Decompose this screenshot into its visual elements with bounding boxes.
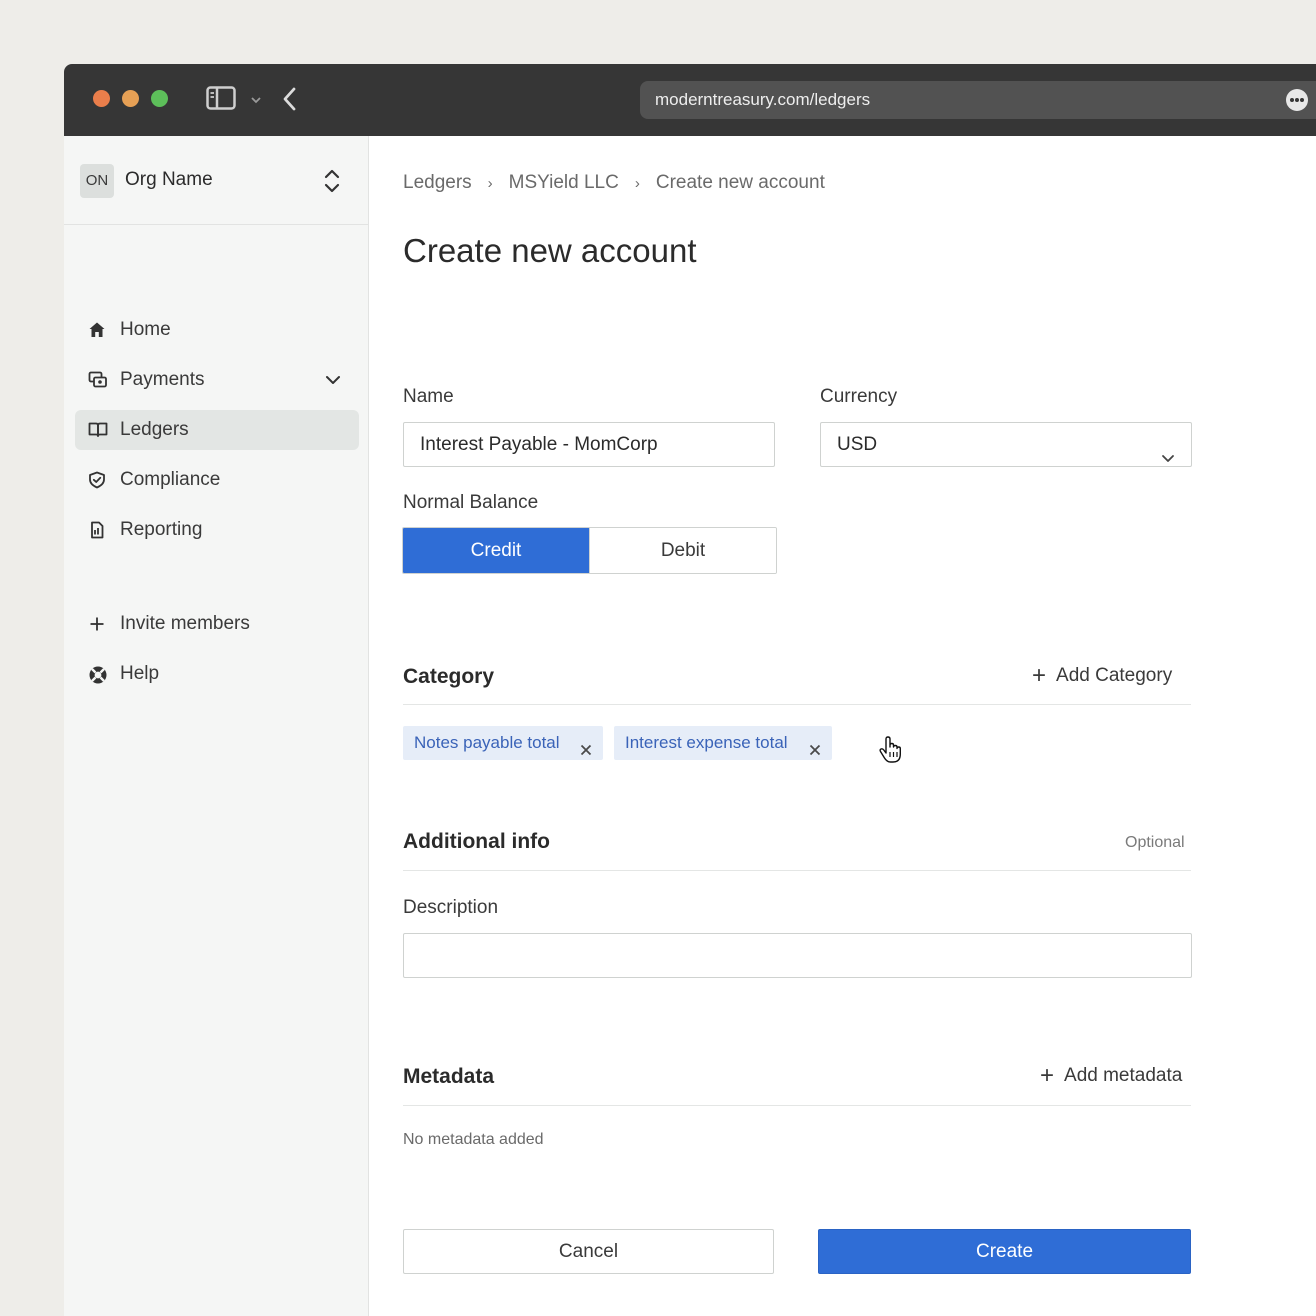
minimize-window-button[interactable] <box>122 90 139 107</box>
report-icon <box>88 521 106 544</box>
breadcrumb-separator-icon: › <box>634 174 640 192</box>
hand-cursor-icon <box>878 736 902 769</box>
normal-balance-label: Normal Balance <box>403 492 539 513</box>
sidebar-item-label: Help <box>120 663 160 684</box>
divider <box>403 1105 1191 1106</box>
cancel-button[interactable]: Cancel <box>403 1229 774 1274</box>
sidebar-item-ledgers[interactable]: Ledgers <box>75 410 359 450</box>
sidebar: ON Org Name Home Payments Ledgers Compli… <box>64 136 369 1316</box>
category-chip: Notes payable total <box>403 726 603 760</box>
org-avatar: ON <box>80 164 114 198</box>
plus-icon: + <box>1040 1062 1055 1089</box>
currency-label: Currency <box>820 386 898 407</box>
add-category-button[interactable]: + Add Category <box>1032 664 1172 688</box>
sidebar-item-label: Reporting <box>120 519 203 540</box>
org-switcher[interactable]: ON Org Name <box>64 136 368 225</box>
breadcrumb: Ledgers › MSYield LLC › Create new accou… <box>403 172 825 194</box>
more-icon[interactable] <box>1286 89 1308 111</box>
plus-icon: + <box>1032 662 1047 689</box>
breadcrumb-msyield[interactable]: MSYield LLC <box>509 172 619 194</box>
sidebar-item-label: Invite members <box>120 613 250 634</box>
org-name: Org Name <box>125 169 213 190</box>
divider <box>403 870 1191 871</box>
chip-label: Interest expense total <box>625 733 788 752</box>
credit-option[interactable]: Credit <box>403 528 589 573</box>
switch-org-icon[interactable] <box>323 167 341 200</box>
sidebar-item-help[interactable]: Help <box>75 654 359 694</box>
create-button[interactable]: Create <box>818 1229 1191 1274</box>
category-title: Category <box>403 665 495 688</box>
name-label: Name <box>403 386 454 407</box>
normal-balance-toggle: Credit Debit <box>402 527 777 574</box>
name-input[interactable]: Interest Payable - MomCorp <box>403 422 775 467</box>
currency-value: USD <box>837 434 878 455</box>
shield-icon <box>88 471 106 494</box>
sidebar-item-home[interactable]: Home <box>75 310 359 350</box>
breadcrumb-separator-icon: › <box>487 174 493 192</box>
main-content: Ledgers › MSYield LLC › Create new accou… <box>370 136 1316 1316</box>
sidebar-item-label: Payments <box>120 369 205 390</box>
metadata-title: Metadata <box>403 1065 495 1088</box>
close-window-button[interactable] <box>93 90 110 107</box>
page-title: Create new account <box>403 232 697 269</box>
currency-select[interactable]: USD <box>820 422 1192 467</box>
debit-option[interactable]: Debit <box>589 528 776 573</box>
optional-label: Optional <box>1125 834 1185 851</box>
sidebar-item-label: Compliance <box>120 469 221 490</box>
category-chip: Interest expense total <box>614 726 832 760</box>
sidebar-item-label: Ledgers <box>120 419 189 440</box>
book-icon <box>88 421 108 444</box>
back-icon[interactable] <box>282 86 298 117</box>
help-icon <box>88 665 108 690</box>
sidebar-item-invite-members[interactable]: Invite members <box>75 604 359 644</box>
plus-icon <box>88 615 106 638</box>
chip-label: Notes payable total <box>414 733 560 752</box>
divider <box>403 704 1191 705</box>
remove-chip-icon[interactable] <box>579 735 593 769</box>
sidebar-toggle-icon[interactable] <box>206 86 236 115</box>
breadcrumb-current: Create new account <box>655 172 825 193</box>
breadcrumb-ledgers[interactable]: Ledgers <box>403 172 472 194</box>
sidebar-item-payments[interactable]: Payments <box>75 360 359 400</box>
additional-info-title: Additional info <box>403 830 550 853</box>
home-icon <box>88 321 106 344</box>
sidebar-item-reporting[interactable]: Reporting <box>75 510 359 550</box>
remove-chip-icon[interactable] <box>808 735 822 769</box>
empty-metadata-note: No metadata added <box>403 1131 544 1148</box>
add-category-label: Add Category <box>1056 665 1173 686</box>
description-label: Description <box>403 897 499 918</box>
browser-window: moderntreasury.com/ledgers ON Org Name H… <box>64 64 1316 1316</box>
sidebar-item-label: Home <box>120 319 171 340</box>
maximize-window-button[interactable] <box>151 90 168 107</box>
address-bar[interactable]: moderntreasury.com/ledgers <box>640 81 1316 119</box>
description-input[interactable] <box>403 933 1192 978</box>
add-metadata-button[interactable]: + Add metadata <box>1040 1064 1182 1088</box>
payments-icon <box>88 371 108 394</box>
chevron-down-icon <box>1161 438 1175 481</box>
browser-titlebar: moderntreasury.com/ledgers <box>64 64 1316 136</box>
chevron-down-icon[interactable] <box>250 92 262 110</box>
sidebar-item-compliance[interactable]: Compliance <box>75 460 359 500</box>
chevron-down-icon[interactable] <box>325 373 341 391</box>
add-metadata-label: Add metadata <box>1064 1065 1183 1086</box>
